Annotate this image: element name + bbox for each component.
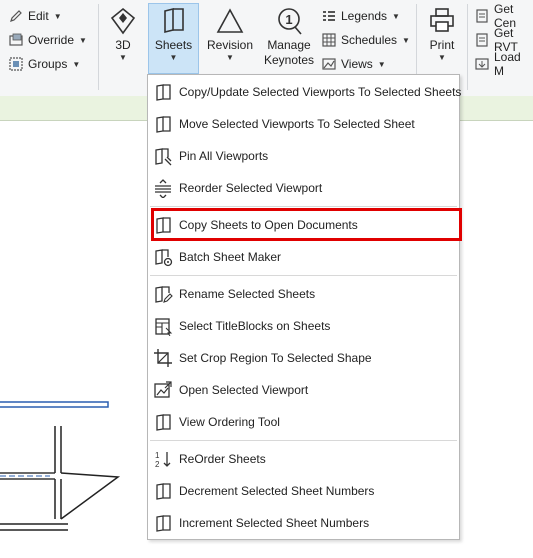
load-label: Load M <box>494 50 521 78</box>
menu-item-rename-sheets[interactable]: Rename Selected Sheets <box>149 280 458 308</box>
chevron-down-icon: ▼ <box>438 53 446 62</box>
views-icon <box>321 56 337 72</box>
sheet-icon <box>153 82 173 102</box>
menu-item-reorder-sheets[interactable]: 12 ReOrder Sheets <box>149 445 458 473</box>
manage-keynotes-button[interactable]: 1 Manage Keynotes <box>261 4 317 74</box>
open-viewport-icon <box>153 380 173 400</box>
edit-icon <box>8 8 24 24</box>
revision-label: Revision <box>206 38 254 52</box>
menu-item-batch-sheet-maker[interactable]: Batch Sheet Maker <box>149 243 458 271</box>
menu-item-increment-sheet-numbers[interactable]: Increment Selected Sheet Numbers <box>149 509 458 537</box>
sheet-icon <box>153 114 173 134</box>
menu-item-reorder-viewport[interactable]: Reorder Selected Viewport <box>149 174 458 202</box>
menu-item-pin-all-viewports[interactable]: Pin All Viewports <box>149 142 458 170</box>
edit-label: Edit <box>28 9 49 23</box>
sheet-icon <box>153 481 173 501</box>
groups-label: Groups <box>28 57 68 71</box>
menu-item-copy-update-viewports[interactable]: Copy/Update Selected Viewports To Select… <box>149 78 461 106</box>
svg-text:1: 1 <box>285 12 292 27</box>
sheet-icon <box>153 412 173 432</box>
override-icon <box>8 32 24 48</box>
3d-view-icon <box>110 7 136 35</box>
load-button[interactable]: Load M <box>474 50 533 78</box>
sheets-dropdown-menu: Copy/Update Selected Viewports To Select… <box>147 74 461 540</box>
get-central-button[interactable]: Get Cen <box>474 2 533 30</box>
chevron-down-icon: ▼ <box>226 53 234 62</box>
get-central-icon <box>474 8 490 24</box>
views-label: Views <box>341 57 373 71</box>
chevron-down-icon: ▼ <box>53 11 62 21</box>
printer-icon <box>430 8 454 32</box>
menu-item-move-viewports[interactable]: Move Selected Viewports To Selected Shee… <box>149 110 458 138</box>
chevron-down-icon: ▼ <box>72 59 81 69</box>
menu-item-open-viewport[interactable]: Open Selected Viewport <box>149 376 458 404</box>
menu-item-select-titleblocks[interactable]: Select TitleBlocks on Sheets <box>149 312 458 340</box>
manage-label: Manage <box>267 38 311 52</box>
load-icon <box>474 56 490 72</box>
chevron-down-icon: ▼ <box>377 59 386 69</box>
3d-label: 3D <box>115 38 131 52</box>
chevron-down-icon: ▼ <box>119 53 127 62</box>
highlight-annotation-box <box>151 208 462 241</box>
menu-separator <box>150 206 457 207</box>
override-label: Override <box>28 33 75 47</box>
schedules-button[interactable]: Schedules ▼ <box>321 30 410 50</box>
3d-button[interactable]: 3D ▼ <box>104 4 142 74</box>
keynote-icon: 1 <box>278 8 302 35</box>
sheets-icon <box>163 7 184 34</box>
print-button[interactable]: Print ▼ <box>422 4 462 74</box>
sheets-button[interactable]: Sheets ▼ <box>148 3 199 74</box>
sheets-label: Sheets <box>154 38 193 52</box>
chevron-down-icon: ▼ <box>169 53 178 62</box>
titleblock-icon <box>153 316 173 337</box>
groups-button[interactable]: Groups ▼ <box>8 54 80 74</box>
edit-button[interactable]: Edit ▼ <box>8 6 62 26</box>
get-rvt-icon <box>474 32 490 48</box>
ribbon-separator <box>98 4 99 90</box>
get-rvt-button[interactable]: Get RVT <box>474 26 533 54</box>
menu-item-set-crop-region[interactable]: Set Crop Region To Selected Shape <box>149 344 458 372</box>
batch-sheet-icon <box>153 247 173 267</box>
svg-text:1: 1 <box>155 451 160 460</box>
svg-text:2: 2 <box>155 460 160 469</box>
schedules-icon <box>321 32 337 48</box>
chevron-down-icon: ▼ <box>79 35 87 45</box>
views-button[interactable]: Views ▼ <box>321 54 386 74</box>
schedules-label: Schedules <box>341 33 398 47</box>
sort-icon: 12 <box>153 449 173 469</box>
menu-item-view-ordering-tool[interactable]: View Ordering Tool <box>149 408 458 436</box>
revision-triangle-icon <box>216 8 244 33</box>
menu-separator <box>150 275 457 276</box>
menu-separator <box>150 440 457 441</box>
pin-sheet-icon <box>153 146 173 166</box>
sheet-icon <box>153 513 173 533</box>
groups-icon <box>8 56 24 72</box>
print-label: Print <box>429 38 455 52</box>
chevron-down-icon: ▼ <box>402 35 410 45</box>
legends-label: Legends <box>341 9 388 23</box>
reorder-icon <box>153 178 173 199</box>
legends-button[interactable]: Legends ▼ <box>321 6 400 26</box>
chevron-down-icon: ▼ <box>392 11 400 21</box>
legends-icon <box>321 8 337 24</box>
crop-icon <box>153 348 173 368</box>
ribbon-separator <box>467 4 468 90</box>
rename-sheet-icon <box>153 284 173 304</box>
override-button[interactable]: Override ▼ <box>8 30 87 50</box>
menu-item-decrement-sheet-numbers[interactable]: Decrement Selected Sheet Numbers <box>149 477 458 505</box>
revision-button[interactable]: Revision ▼ <box>203 4 257 74</box>
keynotes-label: Keynotes <box>263 53 315 67</box>
